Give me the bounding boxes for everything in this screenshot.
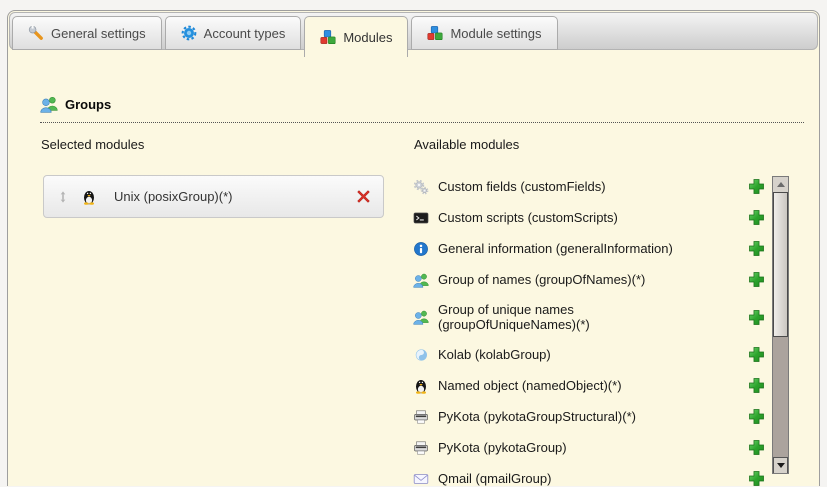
gear-icon <box>181 25 197 41</box>
plus-icon <box>748 408 765 425</box>
tab-label: Modules <box>343 30 392 45</box>
info-icon <box>413 241 429 257</box>
available-modules-list: Custom fields (customFields) Custom scri… <box>413 178 765 487</box>
tab-general-settings[interactable]: General settings <box>12 16 162 50</box>
terminal-icon <box>413 210 429 226</box>
envelope-icon <box>413 471 429 487</box>
tab-module-settings[interactable]: Module settings <box>411 16 557 50</box>
available-module-row: Custom fields (customFields) <box>413 178 765 195</box>
available-module-row: Kolab (kolabGroup) <box>413 346 765 363</box>
printer-icon <box>413 440 429 456</box>
tab-bar: General settings Account types Modules M… <box>9 12 818 50</box>
tab-account-types[interactable]: Account types <box>165 16 302 50</box>
section-title: Groups <box>65 97 111 112</box>
gears-icon <box>413 179 429 195</box>
tab-modules[interactable]: Modules <box>304 16 408 57</box>
remove-module-button[interactable] <box>356 189 371 204</box>
module-label: PyKota (pykotaGroupStructural)(*) <box>438 409 636 424</box>
add-module-button[interactable] <box>748 377 765 394</box>
arrow-down-icon <box>777 463 785 468</box>
module-label: Named object (namedObject)(*) <box>438 378 622 393</box>
module-label: Group of unique names (groupOfUniqueName… <box>438 302 638 332</box>
group-icon <box>413 309 429 325</box>
wrench-icon <box>28 25 44 41</box>
plus-icon <box>748 271 765 288</box>
plus-icon <box>748 209 765 226</box>
group-icon <box>413 272 429 288</box>
add-module-button[interactable] <box>748 309 765 326</box>
printer-icon <box>413 409 429 425</box>
scrollbar-up-button[interactable] <box>773 177 788 193</box>
module-label: General information (generalInformation) <box>438 241 673 256</box>
available-module-row: Group of names (groupOfNames)(*) <box>413 271 765 288</box>
available-module-row: Named object (namedObject)(*) <box>413 377 765 394</box>
module-label: Kolab (kolabGroup) <box>438 347 551 362</box>
module-label: Custom fields (customFields) <box>438 179 606 194</box>
plus-icon <box>748 309 765 326</box>
delete-icon <box>356 189 371 204</box>
module-label: Qmail (qmailGroup) <box>438 471 551 486</box>
tux-icon <box>413 378 429 394</box>
selected-module-label: Unix (posixGroup)(*) <box>114 189 356 204</box>
add-module-button[interactable] <box>748 470 765 487</box>
selected-modules-heading: Selected modules <box>41 137 144 152</box>
plus-icon <box>748 346 765 363</box>
available-module-row: Qmail (qmailGroup) <box>413 470 765 487</box>
module-label: Custom scripts (customScripts) <box>438 210 618 225</box>
available-module-row: PyKota (pykotaGroup) <box>413 439 765 456</box>
tab-label: Account types <box>204 26 286 41</box>
plus-icon <box>748 178 765 195</box>
scrollbar-down-button[interactable] <box>773 457 788 473</box>
groups-icon <box>40 95 58 113</box>
modules-icon <box>320 29 336 45</box>
add-module-button[interactable] <box>748 209 765 226</box>
module-label: PyKota (pykotaGroup) <box>438 440 567 455</box>
arrow-up-icon <box>777 182 785 187</box>
selected-module-row[interactable]: Unix (posixGroup)(*) <box>43 175 384 218</box>
add-module-button[interactable] <box>748 346 765 363</box>
settings-panel: General settings Account types Modules M… <box>7 10 820 486</box>
add-module-button[interactable] <box>748 271 765 288</box>
tux-icon <box>81 189 97 205</box>
plus-icon <box>748 377 765 394</box>
available-module-row: PyKota (pykotaGroupStructural)(*) <box>413 408 765 425</box>
scrollbar-thumb[interactable] <box>773 192 788 337</box>
available-modules-heading: Available modules <box>414 137 519 152</box>
available-module-row: Custom scripts (customScripts) <box>413 209 765 226</box>
add-module-button[interactable] <box>748 240 765 257</box>
plus-icon <box>748 470 765 487</box>
available-module-row: General information (generalInformation) <box>413 240 765 257</box>
plus-icon <box>748 439 765 456</box>
groups-section-header: Groups <box>40 95 804 123</box>
plus-icon <box>748 240 765 257</box>
tab-label: General settings <box>51 26 146 41</box>
add-module-button[interactable] <box>748 408 765 425</box>
modules-icon <box>427 25 443 41</box>
add-module-button[interactable] <box>748 439 765 456</box>
available-module-row: Group of unique names (groupOfUniqueName… <box>413 302 765 332</box>
module-label: Group of names (groupOfNames)(*) <box>438 272 645 287</box>
kolab-icon <box>413 347 429 363</box>
add-module-button[interactable] <box>748 178 765 195</box>
move-handle-icon[interactable] <box>56 190 70 204</box>
available-modules-scrollbar[interactable] <box>772 176 789 474</box>
tab-label: Module settings <box>450 26 541 41</box>
